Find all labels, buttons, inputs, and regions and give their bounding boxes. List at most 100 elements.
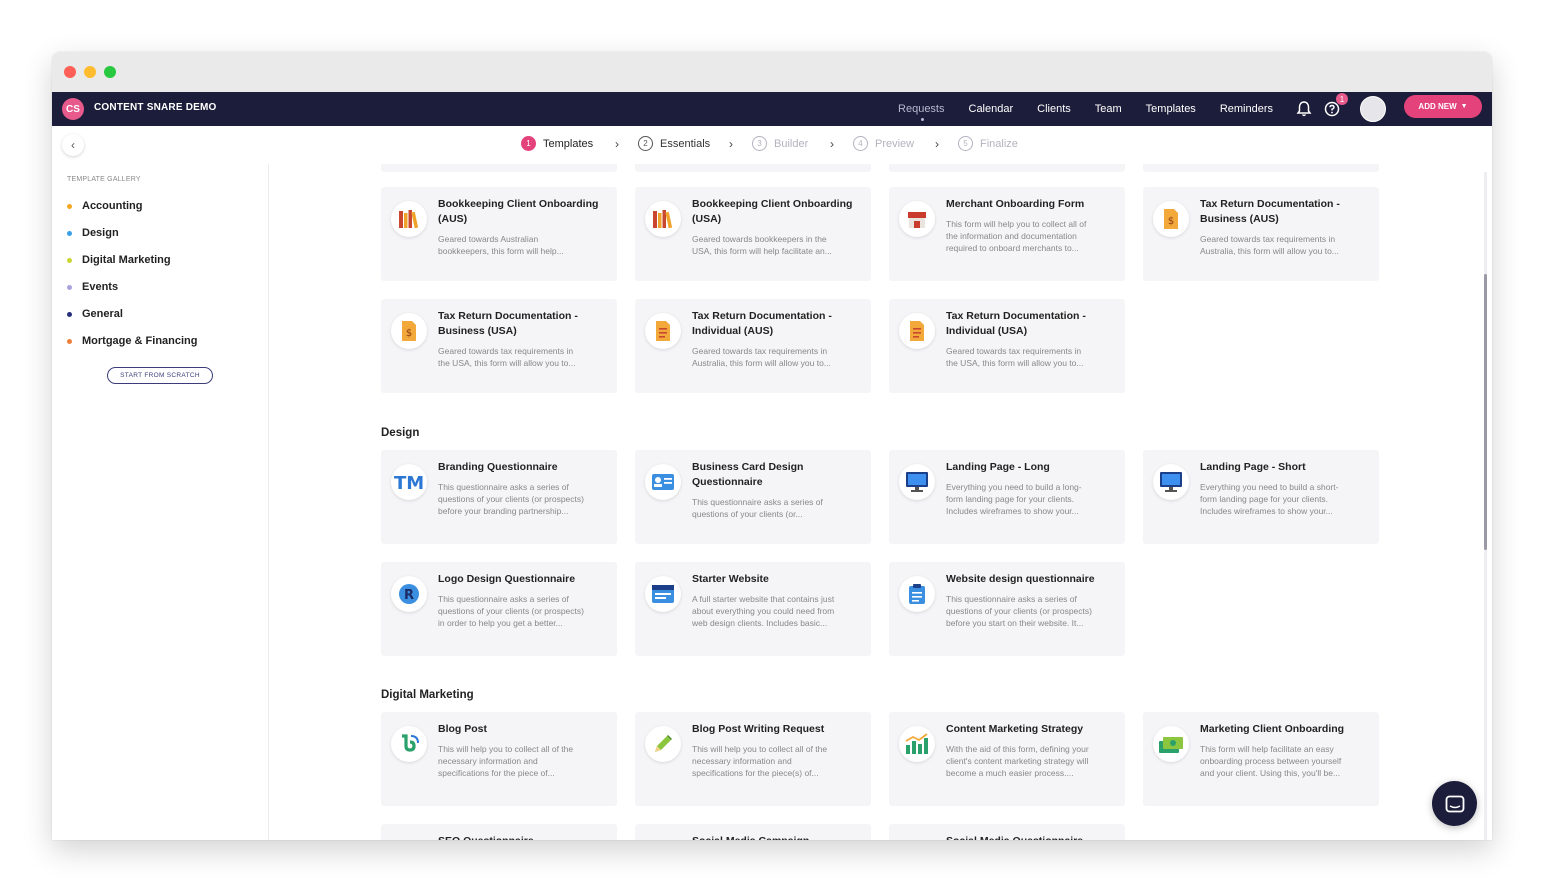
template-card[interactable]: Merchant Onboarding Form This form will h… <box>889 187 1125 281</box>
template-card[interactable]: Content Marketing Strategy With the aid o… <box>889 712 1125 806</box>
nav-link-clients[interactable]: Clients <box>1037 103 1071 115</box>
chat-button[interactable] <box>1432 781 1477 826</box>
template-card-description: This questionnaire asks a series of quest… <box>946 593 1118 629</box>
back-button[interactable]: ‹ <box>62 134 84 156</box>
bell-icon[interactable] <box>1296 100 1312 118</box>
scrollbar-thumb[interactable] <box>1484 274 1487 550</box>
template-card-title: Website design questionnaire <box>946 573 1095 585</box>
nav-link-reminders[interactable]: Reminders <box>1220 103 1273 115</box>
description-line: become a much easier process.... <box>946 768 1074 778</box>
document-icon <box>899 313 935 349</box>
template-card-title: Blog Post Writing Request <box>692 723 825 735</box>
template-card-partial[interactable] <box>889 164 1125 172</box>
wizard-steps: ‹ 1 Templates › 2 Essentials › 3 Builder… <box>52 126 1492 165</box>
template-card[interactable]: Bookkeeping Client Onboarding (USA) Geare… <box>635 187 871 281</box>
template-card-partial[interactable] <box>635 164 871 172</box>
template-card[interactable]: Starter Website A full starter website th… <box>635 562 871 656</box>
step-essentials[interactable]: 2 Essentials <box>638 136 710 151</box>
template-card[interactable]: Tax Return Documentation - Individual (A… <box>635 299 871 393</box>
nav-link-team[interactable]: Team <box>1095 103 1122 115</box>
blog-icon <box>391 726 427 762</box>
template-card[interactable]: Website design questionnaire This questio… <box>889 562 1125 656</box>
nav-link-requests[interactable]: Requests <box>898 103 945 121</box>
template-card-title: Starter Website <box>692 573 769 585</box>
app-logo[interactable]: CS <box>62 98 84 120</box>
step-preview[interactable]: 4 Preview <box>853 136 914 151</box>
template-card[interactable]: Social Media Questionnaire <box>889 824 1125 840</box>
step-number: 2 <box>638 136 653 151</box>
category-general[interactable]: General <box>67 308 123 320</box>
description-line: This questionnaire asks a series of <box>946 594 1077 604</box>
description-line: Everything you need to build a short- <box>1200 482 1339 492</box>
description-line: Geared towards bookkeepers in the <box>692 234 827 244</box>
template-card[interactable]: SEO Questionnaire <box>381 824 617 840</box>
zoom-window-button[interactable] <box>104 66 116 78</box>
description-line: specifications for the piece(s) of... <box>692 768 819 778</box>
template-card-title: Logo Design Questionnaire <box>438 573 576 585</box>
caret-down-icon: ▼ <box>1460 103 1468 110</box>
add-new-button[interactable]: ADD NEW ▼ <box>1404 95 1482 118</box>
minimize-window-button[interactable] <box>84 66 96 78</box>
category-mortgage-financing[interactable]: Mortgage & Financing <box>67 335 198 347</box>
description-line: With the aid of this form, defining your <box>946 744 1089 754</box>
template-card[interactable]: Social Media Campaign <box>635 824 871 840</box>
template-card-title: Bookkeeping Client Onboarding (AUS) <box>438 198 599 225</box>
description-line: A full starter website that contains jus… <box>692 594 835 604</box>
description-line: Australia, this form will allow you to..… <box>692 358 831 368</box>
template-card[interactable]: Tax Return Documentation - Individual (U… <box>889 299 1125 393</box>
category-accounting[interactable]: Accounting <box>67 200 143 212</box>
step-builder[interactable]: 3 Builder <box>752 136 808 151</box>
template-card-title: Content Marketing Strategy <box>946 723 1084 735</box>
template-card-description: This will help you to collect all of the… <box>438 743 610 779</box>
step-number: 3 <box>752 136 767 151</box>
step-finalize[interactable]: 5 Finalize <box>958 136 1018 151</box>
gallery-title: TEMPLATE GALLERY <box>67 176 141 183</box>
category-design[interactable]: Design <box>67 227 119 239</box>
template-card[interactable]: $ Tax Return Documentation - Business (AU… <box>1143 187 1379 281</box>
section-title-design: Design <box>381 427 420 439</box>
template-card-title: Tax Return Documentation - Business (AUS… <box>1200 198 1340 225</box>
svg-text:$: $ <box>1168 216 1174 227</box>
step-templates[interactable]: 1 Templates <box>521 136 593 151</box>
template-card-title: Marketing Client Onboarding <box>1200 723 1345 735</box>
template-grid: Bookkeeping Client Onboarding (AUS) Geare… <box>269 164 1492 840</box>
chevron-right-icon: › <box>729 137 733 151</box>
start-from-scratch-button[interactable]: START FROM SCRATCH <box>107 367 213 384</box>
template-card[interactable]: Blog Post Writing Request This will help … <box>635 712 871 806</box>
template-card-description: This questionnaire asks a series of quest… <box>692 496 864 520</box>
trademark-icon: TM <box>391 464 427 500</box>
template-card[interactable]: Blog Post This will help you to collect a… <box>381 712 617 806</box>
template-card-description: Geared towards bookkeepers in the USA, th… <box>692 233 864 257</box>
template-card[interactable]: Landing Page - Short Everything you need … <box>1143 450 1379 544</box>
template-card-description: Everything you need to build a long-form… <box>946 481 1118 517</box>
close-window-button[interactable] <box>64 66 76 78</box>
template-card[interactable]: R Logo Design Questionnaire This questionn… <box>381 562 617 656</box>
category-label: Design <box>82 227 119 239</box>
template-card[interactable]: $ Tax Return Documentation - Business (US… <box>381 299 617 393</box>
template-card-partial[interactable] <box>381 164 617 172</box>
template-card[interactable]: Marketing Client Onboarding This form wil… <box>1143 712 1379 806</box>
description-line: This form will help facilitate an easy <box>1200 744 1334 754</box>
category-digital-marketing[interactable]: Digital Marketing <box>67 254 171 266</box>
nav-links: Requests Calendar Clients Team Templates… <box>898 92 1273 126</box>
step-label: Preview <box>875 137 915 150</box>
monitor-icon <box>899 464 935 500</box>
nav-link-calendar[interactable]: Calendar <box>969 103 1014 115</box>
template-card[interactable]: TM Branding Questionnaire This questionnai… <box>381 450 617 544</box>
description-line: form landing page for your clients. <box>1200 494 1329 504</box>
template-card-title: Landing Page - Short <box>1200 461 1306 473</box>
template-card[interactable]: Business Card Design Questionnaire This q… <box>635 450 871 544</box>
pencil-icon <box>645 726 681 762</box>
template-card-partial[interactable] <box>1143 164 1379 172</box>
description-line: questions of your clients (or prospects) <box>946 606 1092 616</box>
tax-document-icon: $ <box>1153 201 1189 237</box>
tax-document-icon: $ <box>391 313 427 349</box>
template-card-description: This form will help facilitate an easy on… <box>1200 743 1372 779</box>
template-card-title: Social Media Questionnaire <box>946 834 1118 840</box>
section-title-digital-marketing: Digital Marketing <box>381 689 474 701</box>
template-card[interactable]: Bookkeeping Client Onboarding (AUS) Geare… <box>381 187 617 281</box>
category-events[interactable]: Events <box>67 281 118 293</box>
nav-link-templates[interactable]: Templates <box>1146 103 1196 115</box>
template-card[interactable]: Landing Page - Long Everything you need t… <box>889 450 1125 544</box>
avatar[interactable] <box>1360 96 1386 122</box>
